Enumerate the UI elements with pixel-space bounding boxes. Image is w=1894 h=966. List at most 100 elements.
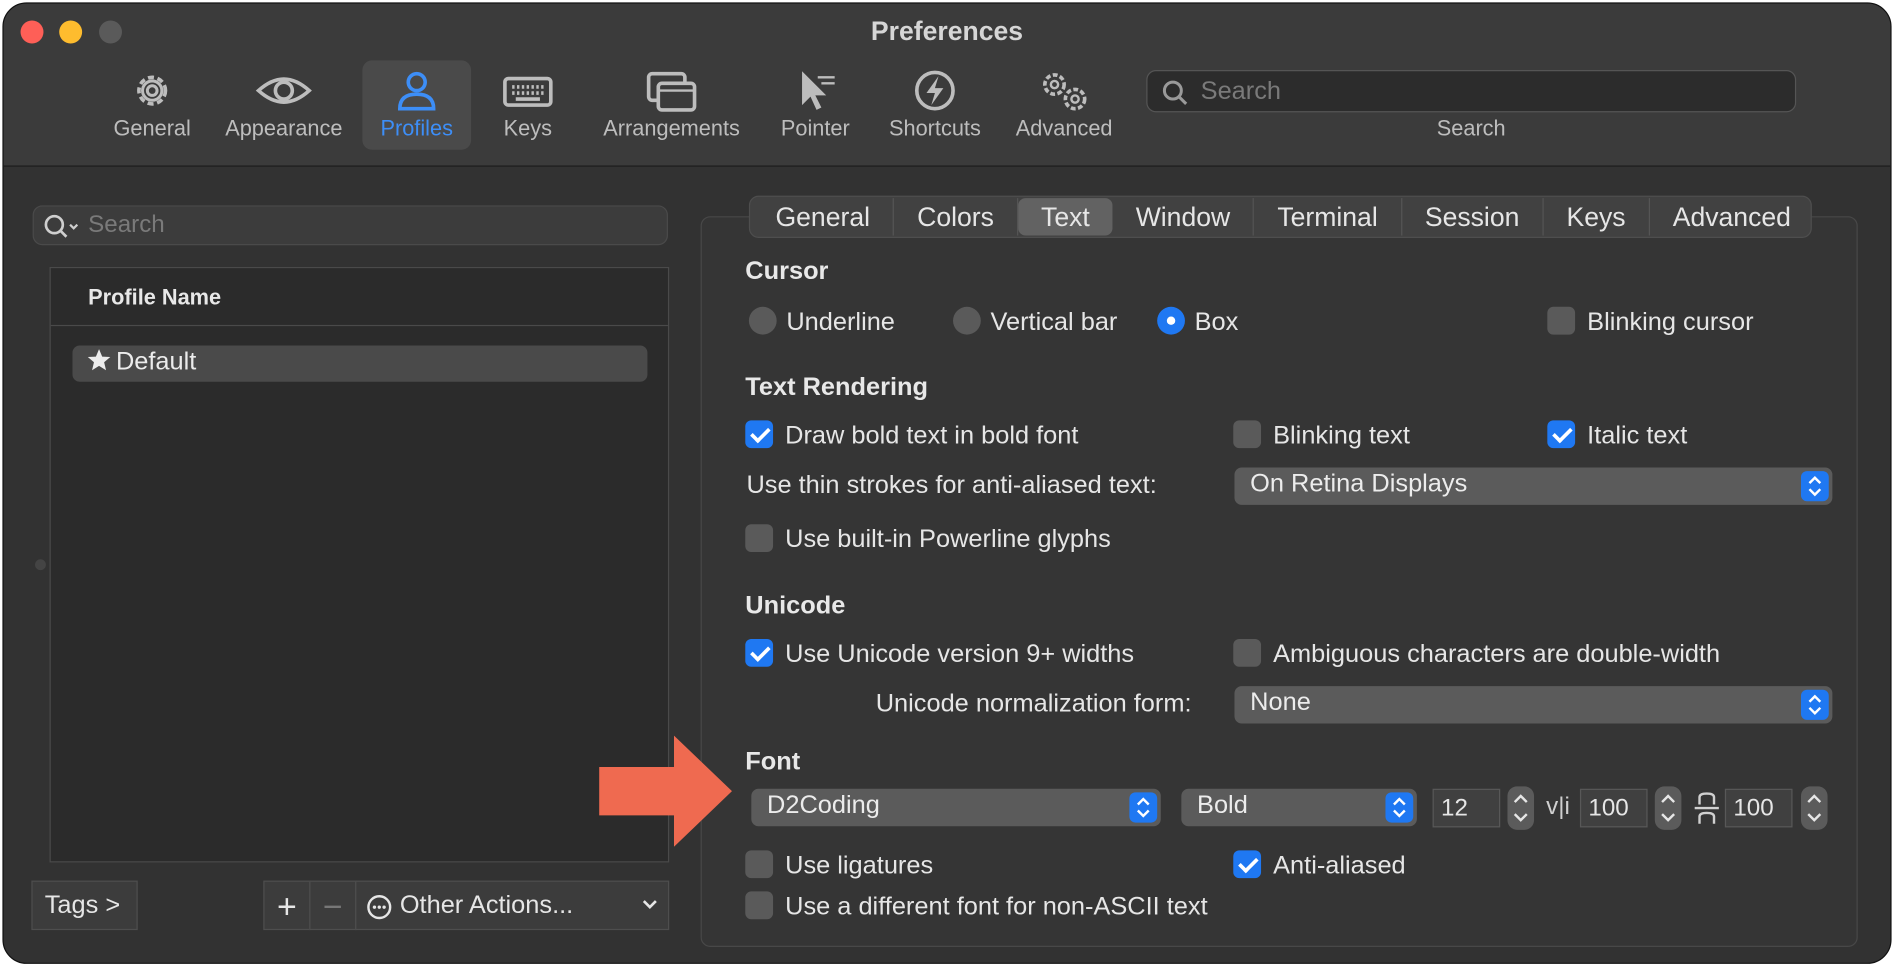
thin-strokes-label: Use thin strokes for anti-aliased text: (746, 471, 1157, 499)
profile-tabs: General Colors Text Window Terminal Sess… (748, 195, 1814, 238)
radio-indicator (748, 306, 777, 335)
checkbox-indicator-checked (745, 420, 774, 449)
cursor-section-title: Cursor (745, 257, 829, 286)
gears-icon (1043, 73, 1087, 111)
tab-text[interactable]: Text (1018, 198, 1113, 236)
non-ascii-font-label: Use a different font for non-ASCII text (785, 892, 1208, 921)
tab-session[interactable]: Session (1402, 198, 1544, 236)
anti-aliased-checkbox[interactable]: Anti-aliased (1233, 850, 1406, 880)
add-profile-button[interactable]: + (263, 880, 311, 931)
cursor-underline-radio[interactable]: Underline (748, 306, 895, 337)
cursor-box-label: Box (1194, 308, 1239, 336)
vertical-spacing-stepper[interactable] (1800, 786, 1828, 830)
ambiguous-width-checkbox[interactable]: Ambiguous characters are double-width (1233, 638, 1720, 669)
person-icon (398, 71, 436, 111)
non-ascii-font-checkbox[interactable]: Use a different font for non-ASCII text (745, 891, 1208, 921)
profile-name: Default (115, 347, 197, 376)
other-actions-menu[interactable]: Other Actions... (355, 880, 670, 931)
toolbar-general-label: General (113, 115, 191, 141)
font-family-value: D2Coding (767, 791, 880, 819)
keyboard-icon (503, 76, 553, 107)
unicode-normalization-popup[interactable]: None (1234, 686, 1833, 724)
font-family-popup[interactable]: D2Coding (751, 788, 1161, 827)
search-icon (1162, 80, 1188, 105)
toolbar-appearance-label: Appearance (225, 115, 343, 141)
horizontal-spacing-stepper[interactable] (1654, 786, 1682, 830)
checkbox-indicator (1547, 306, 1576, 335)
tab-general[interactable]: General (753, 198, 895, 236)
checkbox-indicator (745, 524, 774, 553)
checkbox-indicator (745, 850, 774, 879)
toolbar-profiles-label: Profiles (380, 115, 453, 141)
checkbox-indicator-checked (745, 638, 774, 667)
cursor-vertical-bar-radio[interactable]: Vertical bar (953, 306, 1117, 337)
italic-text-checkbox[interactable]: Italic text (1547, 420, 1687, 450)
unicode-section-title: Unicode (745, 591, 846, 620)
toolbar-shortcuts[interactable]: Shortcuts (879, 60, 990, 149)
radio-indicator-selected (1157, 306, 1185, 335)
powerline-glyphs-checkbox[interactable]: Use built-in Powerline glyphs (745, 524, 1111, 554)
checkbox-indicator (745, 891, 774, 920)
cursor-box-radio[interactable]: Box (1157, 306, 1239, 337)
annotation-arrow-icon (599, 735, 732, 847)
unicode-normalization-label: Unicode normalization form: (875, 689, 1192, 718)
split-view-handle[interactable] (35, 559, 46, 571)
horizontal-spacing-field[interactable]: 100 (1579, 788, 1648, 828)
radio-indicator (953, 306, 981, 335)
tab-advanced[interactable]: Advanced (1650, 198, 1814, 235)
profile-search-field[interactable]: Search (32, 205, 668, 246)
tab-terminal[interactable]: Terminal (1254, 198, 1402, 236)
bold-font-label: Draw bold text in bold font (785, 421, 1079, 450)
ellipsis-circle-icon (367, 895, 392, 920)
windows-icon (646, 71, 697, 112)
italic-text-label: Italic text (1587, 421, 1688, 450)
toolbar-search-field[interactable]: Search (1146, 70, 1797, 113)
blinking-text-label: Blinking text (1273, 421, 1410, 450)
text-rendering-section-title: Text Rendering (745, 373, 929, 402)
blinking-text-checkbox[interactable]: Blinking text (1233, 420, 1410, 450)
toolbar-general[interactable]: General (108, 60, 197, 149)
horizontal-spacing-icon: v|i (1546, 793, 1570, 821)
toolbar-search-label: Search (1436, 115, 1506, 141)
profile-row-default[interactable]: Default (72, 345, 648, 382)
gear-icon (137, 75, 168, 106)
ligatures-label: Use ligatures (785, 851, 934, 880)
toolbar-advanced[interactable]: Advanced (1007, 60, 1121, 149)
toolbar-pointer-label: Pointer (780, 115, 850, 141)
remove-profile-button[interactable]: − (309, 880, 357, 931)
checkbox-indicator-checked (1233, 850, 1262, 879)
bold-font-checkbox[interactable]: Draw bold text in bold font (745, 420, 1078, 450)
blinking-cursor-checkbox[interactable]: Blinking cursor (1547, 306, 1754, 337)
tab-keys[interactable]: Keys (1544, 198, 1650, 236)
toolbar-arrangements[interactable]: Arrangements (593, 60, 750, 149)
toolbar-advanced-label: Advanced (1015, 115, 1113, 141)
checkbox-indicator-checked (1547, 420, 1576, 449)
popup-arrows-icon (1800, 689, 1829, 720)
unicode-v9-label: Use Unicode version 9+ widths (785, 640, 1135, 668)
vertical-spacing-field[interactable]: 100 (1724, 788, 1793, 828)
font-size-stepper[interactable] (1507, 786, 1535, 830)
other-actions-label: Other Actions... (399, 891, 574, 920)
toolbar-profiles[interactable]: Profiles (362, 60, 472, 150)
toolbar-appearance[interactable]: Appearance (216, 60, 351, 149)
font-size-field[interactable]: 12 (1432, 788, 1501, 828)
powerline-glyphs-label: Use built-in Powerline glyphs (785, 525, 1111, 554)
font-weight-popup[interactable]: Bold (1181, 788, 1417, 827)
font-weight-value: Bold (1197, 791, 1248, 819)
ligatures-checkbox[interactable]: Use ligatures (745, 850, 933, 880)
tab-window[interactable]: Window (1113, 198, 1255, 236)
toolbar-shortcuts-label: Shortcuts (888, 115, 981, 141)
cursor-underline-label: Underline (786, 308, 895, 336)
tags-button[interactable]: Tags > (31, 880, 138, 931)
thin-strokes-popup[interactable]: On Retina Displays (1234, 467, 1833, 505)
thin-strokes-value: On Retina Displays (1250, 469, 1468, 498)
profile-name-column-header[interactable]: Profile Name (50, 268, 668, 327)
tab-colors[interactable]: Colors (894, 198, 1019, 236)
search-menu-icon (44, 214, 79, 238)
unicode-v9-checkbox[interactable]: Use Unicode version 9+ widths (745, 638, 1135, 669)
profile-search-placeholder: Search (88, 211, 165, 238)
toolbar-pointer[interactable]: Pointer (772, 60, 859, 149)
toolbar-keys[interactable]: Keys (492, 60, 564, 149)
checkbox-indicator (1233, 638, 1262, 667)
popup-arrows-icon (1129, 792, 1158, 823)
